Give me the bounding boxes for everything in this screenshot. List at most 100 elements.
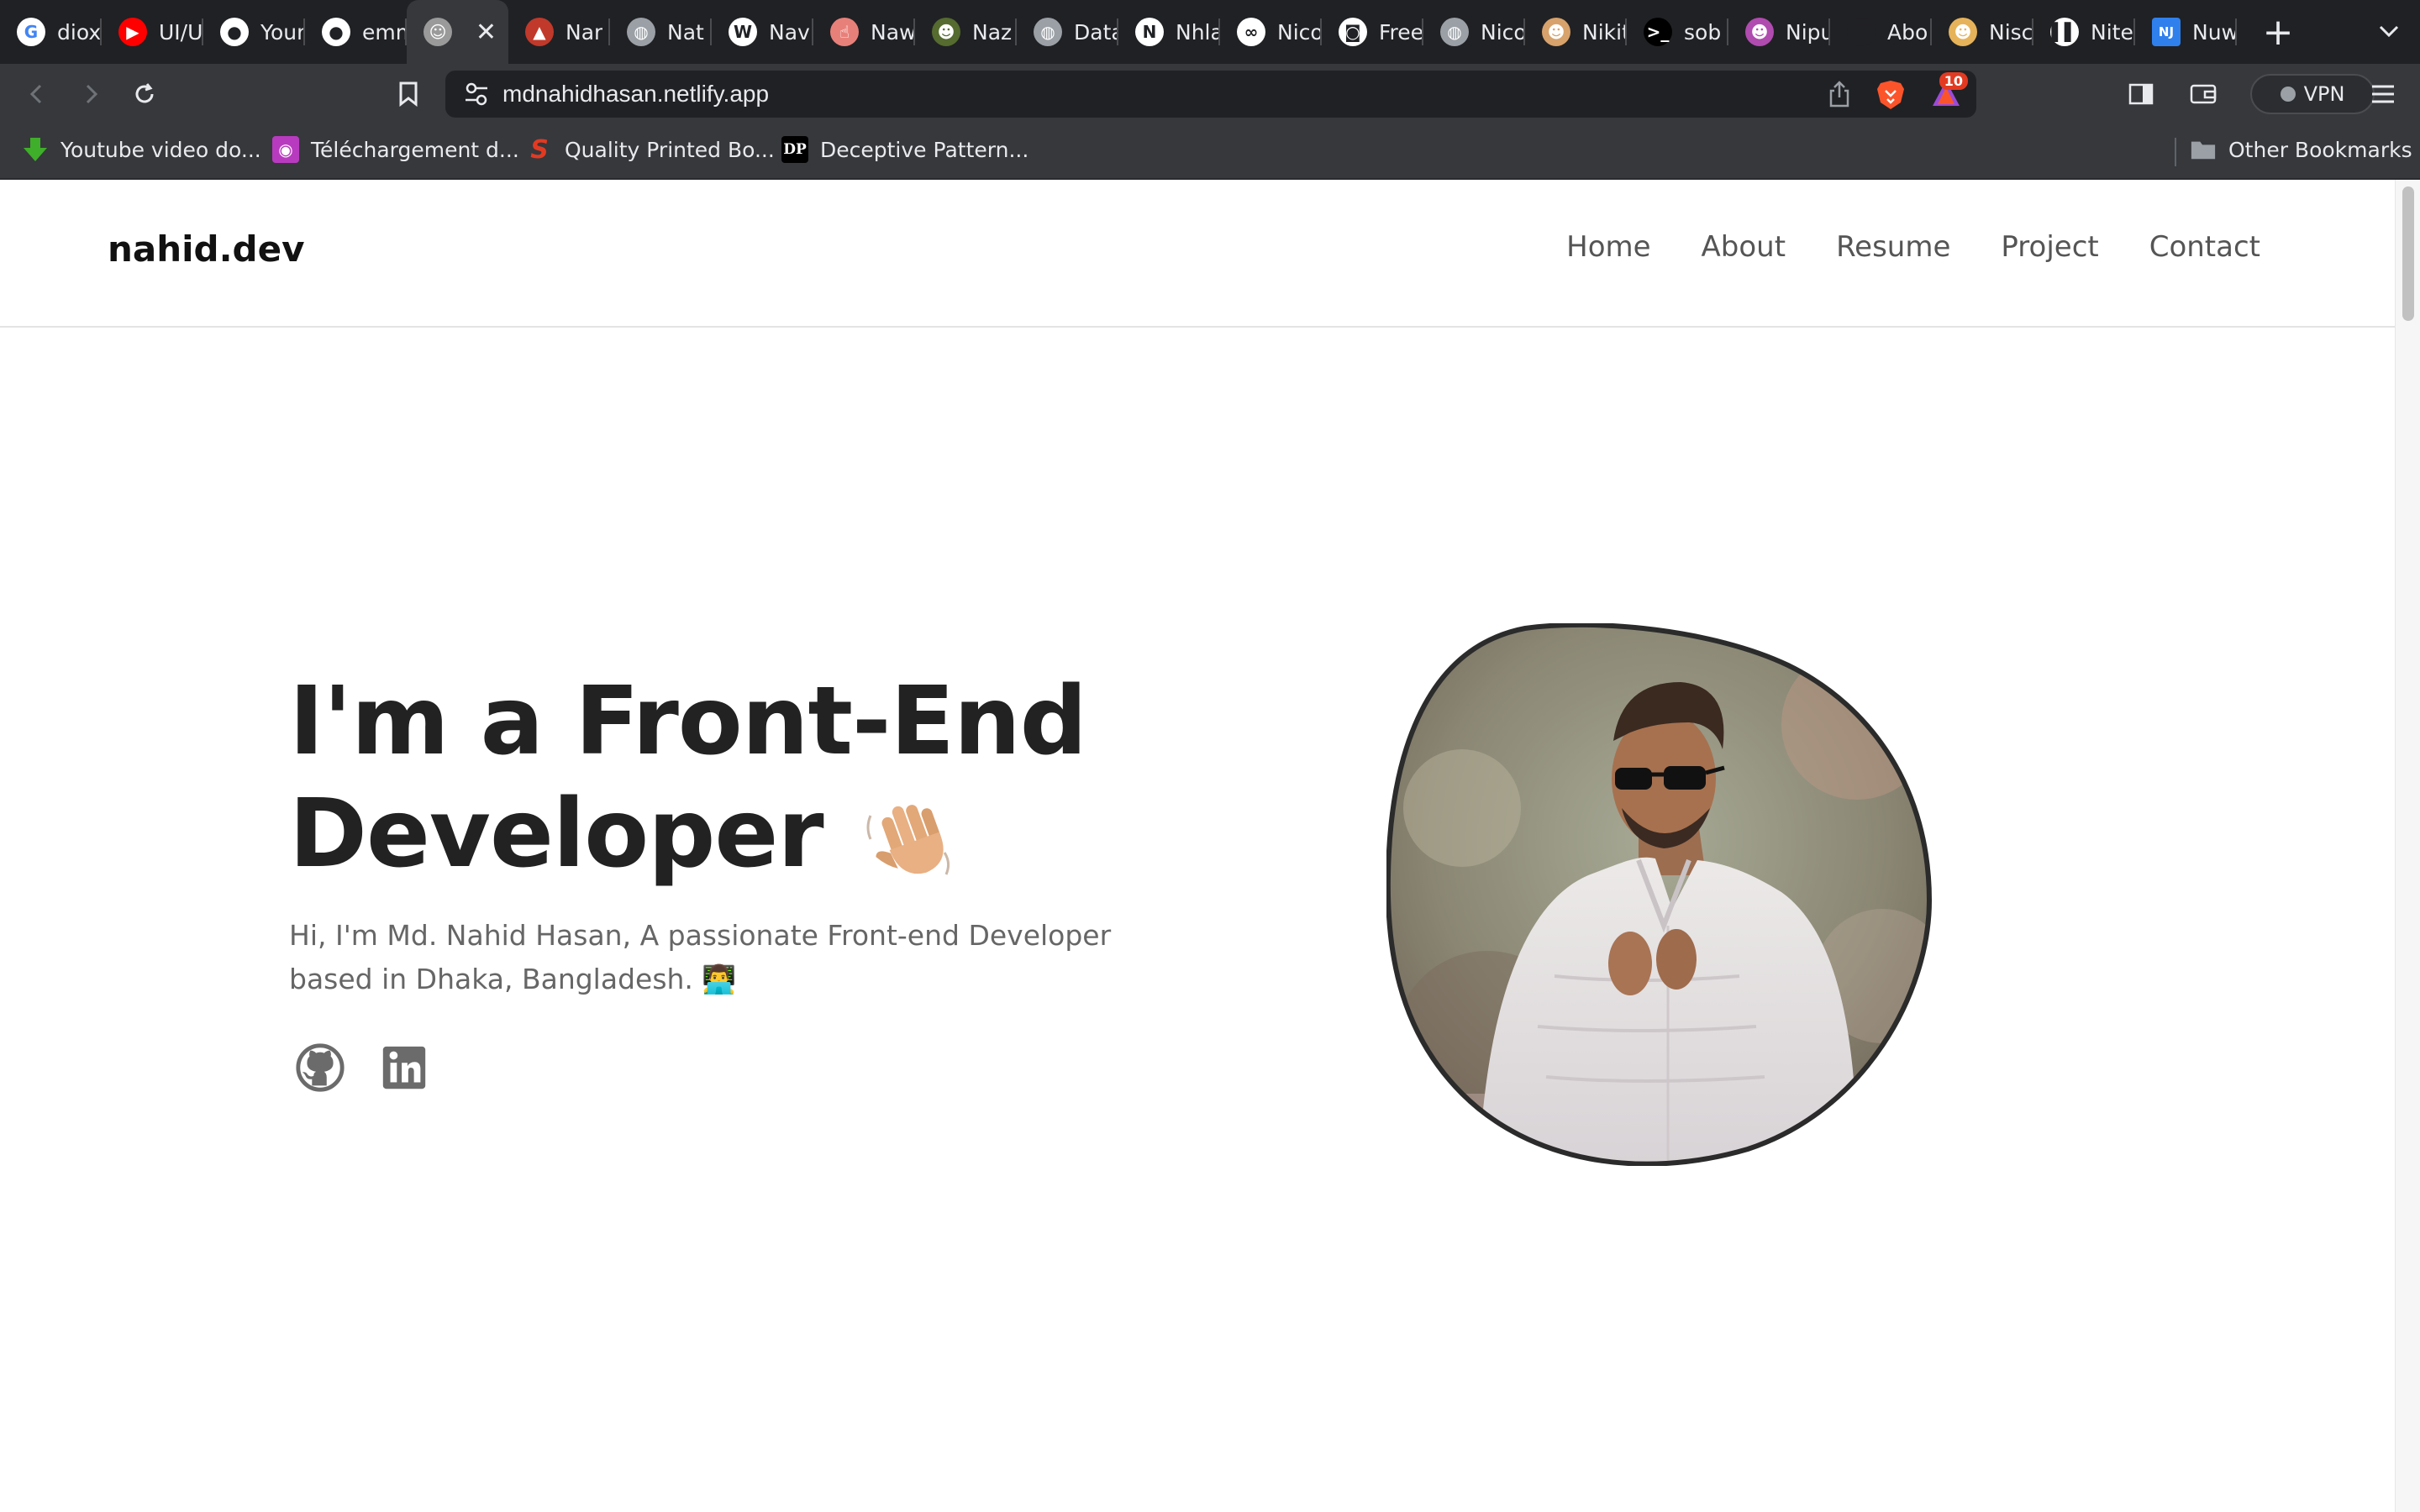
url-text[interactable]: mdnahidhasan.netlify.app	[502, 81, 769, 108]
image-icon: ▲	[525, 18, 554, 46]
browser-tab[interactable]: ◍ Nico	[1423, 0, 1525, 64]
waving-hand-icon	[866, 805, 950, 875]
reload-button[interactable]	[126, 76, 163, 113]
nav-home[interactable]: Home	[1566, 230, 1650, 264]
tab-strip: Gdiox ▶ UI/U ● Your ● emm ☺ ✕ ▲ Nar ◍ Nat W Nav ☝ Naw ☻ Na…	[0, 0, 2420, 64]
nav-contact[interactable]: Contact	[2149, 230, 2260, 264]
browser-tab[interactable]: Abo	[1830, 0, 1932, 64]
site-logo[interactable]: nahid.dev	[108, 228, 305, 270]
browser-toolbar: mdnahidhasan.netlify.app 10 VPN	[0, 64, 2420, 124]
social-links	[294, 1042, 430, 1094]
browser-tab[interactable]: ☻ Naz	[915, 0, 1017, 64]
browser-tab[interactable]: ◍ Data	[1017, 0, 1118, 64]
browser-tab[interactable]: ▶ UI/U	[102, 0, 203, 64]
browser-tab[interactable]: NJ Nuw	[2135, 0, 2237, 64]
hero-title-line2: Developer	[289, 780, 824, 889]
wordpress-icon: W	[729, 18, 757, 46]
site-settings-icon[interactable]	[464, 81, 489, 108]
share-icon[interactable]	[1828, 81, 1850, 108]
bookmark-item[interactable]: S Quality Printed Bo...	[526, 135, 775, 165]
other-bookmarks-folder[interactable]: Other Bookmarks	[2190, 136, 2412, 163]
vpn-status-icon	[2280, 87, 2296, 102]
tab-title: Your	[260, 19, 305, 45]
github-icon[interactable]	[294, 1042, 346, 1094]
scrollbar-thumb[interactable]	[2402, 186, 2414, 321]
tab-title: Nuw	[2192, 19, 2237, 45]
media-icon: ◉	[272, 136, 299, 163]
forward-button[interactable]	[72, 76, 109, 113]
tab-title: sob	[1684, 19, 1722, 45]
tab-title: Naz	[972, 19, 1013, 45]
address-bar[interactable]: mdnahidhasan.netlify.app 10	[445, 71, 1976, 118]
tab-title: Nhla	[1176, 19, 1220, 45]
nav-project[interactable]: Project	[2001, 230, 2098, 264]
tab-title: Nite	[2091, 19, 2133, 45]
browser-tab[interactable]: ☻ Nipu	[1728, 0, 1830, 64]
other-bookmarks-label: Other Bookmarks	[2228, 137, 2412, 162]
notion-icon: N	[1135, 18, 1164, 46]
brave-shields-icon[interactable]	[1876, 79, 1906, 111]
bookmark-item[interactable]: ◉ Téléchargement d...	[272, 136, 519, 163]
hero-title: I'm a Front-End Developer	[289, 665, 1213, 890]
browser-tab[interactable]: Gdiox	[0, 0, 102, 64]
cursor-icon: ☝	[830, 18, 859, 46]
tab-title: Nipu	[1786, 19, 1830, 45]
browser-tab[interactable]: ☻ Nikit	[1525, 0, 1627, 64]
bookmark-item[interactable]: Youtube video do...	[22, 136, 261, 163]
chevron-down-icon[interactable]	[2378, 15, 2400, 45]
link-icon: ∞	[1237, 18, 1265, 46]
browser-tab[interactable]: ● Your	[203, 0, 305, 64]
browser-tab[interactable]: W Nav	[712, 0, 813, 64]
browser-tab[interactable]: >_ sob	[1627, 0, 1728, 64]
google-icon: G	[17, 18, 45, 46]
avatar-icon: ☻	[1949, 18, 1977, 46]
bookmarks-bar: Youtube video do... ◉ Téléchargement d..…	[0, 124, 2420, 180]
browser-tab[interactable]: ∞ Nico	[1220, 0, 1322, 64]
browser-tab[interactable]: ▌▌ Nite	[2033, 0, 2135, 64]
nav-about[interactable]: About	[1702, 230, 1786, 264]
page-scrollbar[interactable]	[2395, 180, 2420, 1512]
browser-tab[interactable]: N Nhla	[1118, 0, 1220, 64]
folder-icon	[2190, 136, 2217, 163]
dp-icon: DP	[781, 136, 808, 163]
nav-resume[interactable]: Resume	[1836, 230, 1950, 264]
bookmark-label: Téléchargement d...	[311, 137, 519, 162]
github-icon: ●	[322, 18, 350, 46]
tab-title: Nar	[566, 19, 603, 45]
browser-tab[interactable]: ☺ ✕	[407, 0, 508, 64]
wallet-button[interactable]	[2185, 76, 2222, 113]
browser-tab[interactable]: ☝ Naw	[813, 0, 915, 64]
tab-title: Data	[1074, 19, 1118, 45]
globe-icon: ◍	[1034, 18, 1062, 46]
avatar-icon: ☻	[1542, 18, 1570, 46]
reload-icon	[135, 83, 154, 103]
mask-icon: ◙	[1339, 18, 1367, 46]
browser-tab[interactable]: ☻ Nisc	[1932, 0, 2033, 64]
blank-icon	[1847, 18, 1876, 46]
terminal-icon: >_	[1644, 18, 1672, 46]
tab-title: Abo	[1887, 19, 1928, 45]
globe-icon: ◍	[1440, 18, 1469, 46]
close-icon[interactable]: ✕	[476, 18, 497, 47]
new-tab-button[interactable]: +	[2249, 0, 2307, 64]
bookmark-item[interactable]: DP Deceptive Pattern...	[781, 136, 1028, 163]
tab-title: Nico	[1481, 19, 1525, 45]
bookmark-page-button[interactable]	[390, 76, 427, 113]
bookmarks-divider	[2175, 138, 2176, 166]
hero-title-line1: I'm a Front-End	[289, 667, 1087, 776]
back-button[interactable]	[18, 76, 55, 113]
linkedin-icon[interactable]	[378, 1042, 430, 1094]
browser-tab[interactable]: ● emm	[305, 0, 407, 64]
site-header: nahid.dev Home About Resume Project Cont…	[0, 180, 2395, 328]
browser-tab[interactable]: ◙ Free	[1322, 0, 1423, 64]
browser-tab[interactable]: ◍ Nat	[610, 0, 712, 64]
browser-tab[interactable]: ▲ Nar	[508, 0, 610, 64]
tab-title: Nikit	[1582, 19, 1627, 45]
profile-photo	[1386, 623, 1933, 1166]
hamburger-icon	[2372, 85, 2394, 103]
download-icon	[22, 136, 49, 163]
hero-subtitle: Hi, I'm Md. Nahid Hasan, A passionate Fr…	[289, 919, 1112, 995]
vpn-button[interactable]: VPN	[2250, 74, 2375, 114]
sidebar-toggle-button[interactable]	[2123, 76, 2160, 113]
main-menu-button[interactable]	[2365, 76, 2402, 113]
